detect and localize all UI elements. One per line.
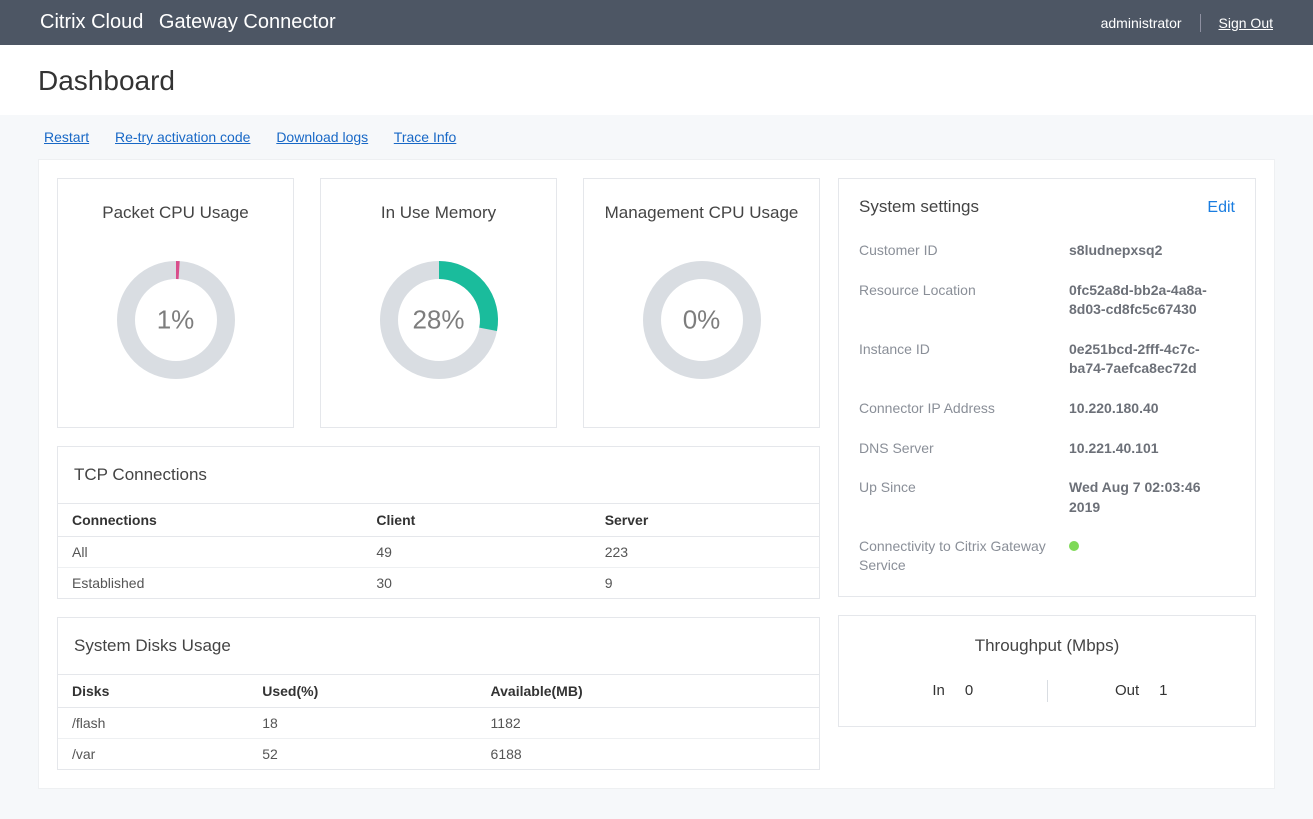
disk-cell: /var — [58, 739, 248, 770]
disks-title: System Disks Usage — [58, 618, 819, 674]
kv-value: 10.220.180.40 — [1069, 399, 1235, 419]
packet-cpu-gauge: 1% — [111, 255, 241, 385]
kv-key: Connector IP Address — [859, 399, 1059, 419]
kv-row: DNS Server 10.221.40.101 — [859, 439, 1235, 459]
left-column: Packet CPU Usage 1% In Use Memory 28% Ma… — [57, 178, 820, 770]
table-row: Established 30 9 — [58, 568, 819, 599]
kv-value — [1069, 537, 1235, 573]
tcp-cell: All — [58, 537, 362, 568]
kv-key: Up Since — [859, 478, 1059, 517]
tcp-cell: 223 — [591, 537, 819, 568]
page-title: Dashboard — [0, 45, 1313, 115]
top-bar: Citrix Cloud Gateway Connector administr… — [0, 0, 1313, 45]
kv-value: 0e251bcd-2fff-4c7c-ba74-7aefca8ec72d — [1069, 340, 1235, 379]
tcp-cell: 9 — [591, 568, 819, 599]
tcp-title: TCP Connections — [58, 447, 819, 503]
disk-cell: 18 — [248, 708, 476, 739]
tcp-col-server: Server — [591, 504, 819, 537]
kv-row: Connectivity to Citrix Gateway Service — [859, 537, 1235, 573]
kv-value: Wed Aug 7 02:03:46 2019 — [1069, 478, 1235, 517]
packet-cpu-gauge-card: Packet CPU Usage 1% — [57, 178, 294, 428]
kv-key: Instance ID — [859, 340, 1059, 379]
retry-activation-link[interactable]: Re-try activation code — [115, 129, 250, 145]
throughput-panel: Throughput (Mbps) In 0 Out 1 — [838, 615, 1256, 727]
right-column: System settings Edit Customer ID s8ludne… — [838, 178, 1256, 727]
throughput-title: Throughput (Mbps) — [859, 636, 1235, 656]
table-row: /flash 18 1182 — [58, 708, 819, 739]
link-bar: Restart Re-try activation code Download … — [0, 115, 1313, 159]
table-row: /var 52 6188 — [58, 739, 819, 770]
system-settings-panel: System settings Edit Customer ID s8ludne… — [838, 178, 1256, 597]
throughput-in-cell: In 0 — [859, 682, 1047, 699]
tcp-col-client: Client — [362, 504, 590, 537]
kv-key: DNS Server — [859, 439, 1059, 459]
throughput-out-cell: Out 1 — [1048, 682, 1236, 699]
disks-panel: System Disks Usage Disks Used(%) Availab… — [57, 617, 820, 770]
disk-cell: 6188 — [477, 739, 819, 770]
memory-value: 28% — [412, 305, 464, 336]
brand-main: Citrix Cloud — [40, 11, 143, 33]
mgmt-cpu-gauge-card: Management CPU Usage 0% — [583, 178, 820, 428]
top-right: administrator Sign Out — [1101, 14, 1273, 32]
brand: Citrix Cloud Gateway Connector — [40, 11, 336, 34]
throughput-in-label: In — [932, 682, 945, 699]
disks-col-avail: Available(MB) — [477, 675, 819, 708]
gauges-row: Packet CPU Usage 1% In Use Memory 28% Ma… — [57, 178, 820, 428]
tcp-cell: Established — [58, 568, 362, 599]
status-dot-icon — [1069, 541, 1079, 551]
throughput-in-value: 0 — [965, 682, 973, 699]
settings-title: System settings — [859, 197, 979, 217]
kv-key: Customer ID — [859, 241, 1059, 261]
kv-row: Up Since Wed Aug 7 02:03:46 2019 — [859, 478, 1235, 517]
kv-value: 0fc52a8d-bb2a-4a8a-8d03-cd8fc5c67430 — [1069, 281, 1235, 320]
disk-cell: 1182 — [477, 708, 819, 739]
table-row: All 49 223 — [58, 537, 819, 568]
tcp-cell: 49 — [362, 537, 590, 568]
disk-cell: 52 — [248, 739, 476, 770]
mgmt-cpu-gauge: 0% — [637, 255, 767, 385]
disks-col-used: Used(%) — [248, 675, 476, 708]
mgmt-cpu-value: 0% — [683, 305, 721, 336]
download-logs-link[interactable]: Download logs — [276, 129, 368, 145]
packet-cpu-value: 1% — [157, 305, 195, 336]
restart-link[interactable]: Restart — [44, 129, 89, 145]
tcp-table: Connections Client Server All 49 223 Est… — [58, 503, 819, 598]
memory-title: In Use Memory — [331, 203, 546, 223]
edit-settings-link[interactable]: Edit — [1207, 199, 1235, 217]
user-label: administrator — [1101, 15, 1182, 31]
content-area: Packet CPU Usage 1% In Use Memory 28% Ma… — [38, 159, 1275, 789]
kv-row: Instance ID 0e251bcd-2fff-4c7c-ba74-7aef… — [859, 340, 1235, 379]
topbar-divider — [1200, 14, 1201, 32]
tcp-cell: 30 — [362, 568, 590, 599]
kv-row: Customer ID s8ludnepxsq2 — [859, 241, 1235, 261]
disk-cell: /flash — [58, 708, 248, 739]
kv-row: Connector IP Address 10.220.180.40 — [859, 399, 1235, 419]
kv-value: 10.221.40.101 — [1069, 439, 1235, 459]
throughput-out-value: 1 — [1159, 682, 1167, 699]
mgmt-cpu-title: Management CPU Usage — [594, 203, 809, 223]
throughput-row: In 0 Out 1 — [859, 680, 1235, 702]
kv-value: s8ludnepxsq2 — [1069, 241, 1235, 261]
kv-key: Connectivity to Citrix Gateway Service — [859, 537, 1059, 573]
memory-gauge-card: In Use Memory 28% — [320, 178, 557, 428]
throughput-out-label: Out — [1115, 682, 1139, 699]
trace-info-link[interactable]: Trace Info — [394, 129, 457, 145]
disks-table: Disks Used(%) Available(MB) /flash 18 11… — [58, 674, 819, 769]
sign-out-link[interactable]: Sign Out — [1219, 15, 1273, 31]
kv-key: Resource Location — [859, 281, 1059, 320]
brand-sub: Gateway Connector — [159, 11, 336, 33]
disks-col-name: Disks — [58, 675, 248, 708]
tcp-col-connections: Connections — [58, 504, 362, 537]
packet-cpu-title: Packet CPU Usage — [68, 203, 283, 223]
memory-gauge: 28% — [374, 255, 504, 385]
kv-row: Resource Location 0fc52a8d-bb2a-4a8a-8d0… — [859, 281, 1235, 320]
tcp-panel: TCP Connections Connections Client Serve… — [57, 446, 820, 599]
